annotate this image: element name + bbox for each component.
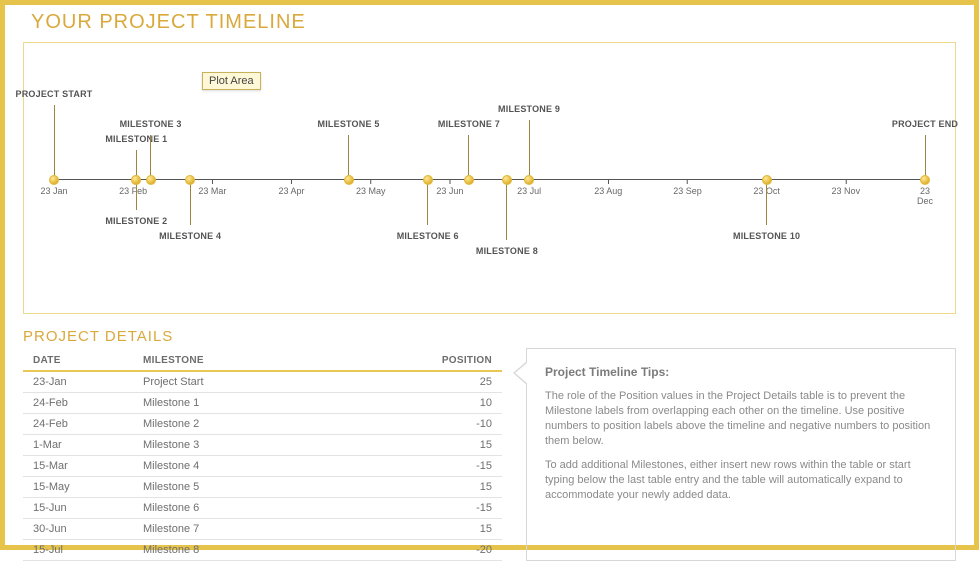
axis-tick: 23 May xyxy=(356,179,386,196)
cell-date: 24-Feb xyxy=(23,393,133,414)
milestone-dot-icon xyxy=(464,175,474,185)
cell-milestone: Milestone 2 xyxy=(133,414,412,435)
table-row: 30-JunMilestone 715 xyxy=(23,519,502,540)
milestone-dot-icon xyxy=(131,175,141,185)
tips-paragraph-1: The role of the Position values in the P… xyxy=(545,389,937,448)
milestone-stem xyxy=(529,120,530,180)
col-milestone: MILESTONE xyxy=(133,351,412,371)
milestone-label: MILESTONE 10 xyxy=(733,231,800,241)
cell-date: 15-Mar xyxy=(23,456,133,477)
milestone-label: MILESTONE 5 xyxy=(318,119,380,129)
milestone-dot-icon xyxy=(920,175,930,185)
axis-tick: 23 Aug xyxy=(594,179,622,196)
axis-tick: 23 Apr xyxy=(279,179,305,196)
milestone-stem xyxy=(190,180,191,225)
milestone-label: MILESTONE 8 xyxy=(476,246,538,256)
details-title: PROJECT DETAILS xyxy=(23,328,502,345)
cell-milestone: Milestone 5 xyxy=(133,477,412,498)
cell-position: -10 xyxy=(412,414,502,435)
cell-milestone: Milestone 6 xyxy=(133,498,412,519)
cell-position: 15 xyxy=(412,477,502,498)
tips-callout: Project Timeline Tips: The role of the P… xyxy=(526,348,956,561)
col-position: POSITION xyxy=(412,351,502,371)
cell-milestone: Project Start xyxy=(133,371,412,393)
milestone-label: MILESTONE 7 xyxy=(438,119,500,129)
table-row: 23-JanProject Start25 xyxy=(23,371,502,393)
tips-heading: Project Timeline Tips: xyxy=(545,365,937,379)
milestone-label: MILESTONE 2 xyxy=(105,216,167,226)
milestone-dot-icon xyxy=(185,175,195,185)
cell-position: -15 xyxy=(412,456,502,477)
milestone-label: MILESTONE 1 xyxy=(105,134,167,144)
milestone-stem xyxy=(766,180,767,225)
cell-position: 25 xyxy=(412,371,502,393)
milestone-label: PROJECT END xyxy=(892,119,958,129)
callout-pointer-icon xyxy=(513,361,527,385)
milestone-label: PROJECT START xyxy=(16,89,93,99)
timeline-axis: 23 Jan23 Feb23 Mar23 Apr23 May23 Jun23 J… xyxy=(54,179,925,180)
details-header-row: DATE MILESTONE POSITION xyxy=(23,351,502,371)
axis-tick: 23 Sep xyxy=(673,179,702,196)
table-row: 15-MayMilestone 515 xyxy=(23,477,502,498)
cell-date: 15-May xyxy=(23,477,133,498)
axis-tick: 23 Mar xyxy=(198,179,226,196)
details-left: PROJECT DETAILS DATE MILESTONE POSITION … xyxy=(23,328,502,561)
cell-position: 15 xyxy=(412,435,502,456)
milestone-label: MILESTONE 6 xyxy=(397,231,459,241)
cell-date: 15-Jun xyxy=(23,498,133,519)
milestone-dot-icon xyxy=(49,175,59,185)
milestone-dot-icon xyxy=(344,175,354,185)
cell-milestone: Milestone 3 xyxy=(133,435,412,456)
milestone-stem xyxy=(54,105,55,180)
cell-milestone: Milestone 1 xyxy=(133,393,412,414)
table-row: 1-MarMilestone 315 xyxy=(23,435,502,456)
table-row: 24-FebMilestone 2-10 xyxy=(23,414,502,435)
cell-milestone: Milestone 4 xyxy=(133,456,412,477)
milestone-dot-icon xyxy=(423,175,433,185)
milestone-stem xyxy=(468,135,469,180)
timeline-chart-panel: Plot Area 23 Jan23 Feb23 Mar23 Apr23 May… xyxy=(23,42,956,314)
details-table: DATE MILESTONE POSITION 23-JanProject St… xyxy=(23,351,502,561)
table-row: 15-JunMilestone 6-15 xyxy=(23,498,502,519)
header: YOUR PROJECT TIMELINE xyxy=(5,5,974,38)
cell-date: 30-Jun xyxy=(23,519,133,540)
milestone-label: MILESTONE 4 xyxy=(159,231,221,241)
milestone-dot-icon xyxy=(762,175,772,185)
cell-date: 24-Feb xyxy=(23,414,133,435)
milestone-dot-icon xyxy=(502,175,512,185)
tips-paragraph-2: To add additional Milestones, either ins… xyxy=(545,458,937,503)
plot-area-tooltip: Plot Area xyxy=(202,72,261,90)
cell-date: 15-Jul xyxy=(23,540,133,561)
milestone-dot-icon xyxy=(524,175,534,185)
milestone-stem xyxy=(348,135,349,180)
cell-date: 23-Jan xyxy=(23,371,133,393)
milestone-label: MILESTONE 3 xyxy=(120,119,182,129)
milestone-stem xyxy=(506,180,507,240)
table-row: 24-FebMilestone 110 xyxy=(23,393,502,414)
cell-position: -20 xyxy=(412,540,502,561)
cell-position: 15 xyxy=(412,519,502,540)
milestone-stem xyxy=(150,135,151,180)
milestone-dot-icon xyxy=(146,175,156,185)
cell-date: 1-Mar xyxy=(23,435,133,456)
cell-milestone: Milestone 8 xyxy=(133,540,412,561)
cell-position: 10 xyxy=(412,393,502,414)
page-title: YOUR PROJECT TIMELINE xyxy=(31,11,948,34)
cell-milestone: Milestone 7 xyxy=(133,519,412,540)
axis-tick: 23 Nov xyxy=(832,179,861,196)
milestone-stem xyxy=(925,135,926,180)
cell-position: -15 xyxy=(412,498,502,519)
axis-tick: 23 Jun xyxy=(436,179,463,196)
table-row: 15-MarMilestone 4-15 xyxy=(23,456,502,477)
milestone-stem xyxy=(427,180,428,225)
details-section: PROJECT DETAILS DATE MILESTONE POSITION … xyxy=(23,328,956,561)
table-row: 15-JulMilestone 8-20 xyxy=(23,540,502,561)
milestone-label: MILESTONE 9 xyxy=(498,104,560,114)
col-date: DATE xyxy=(23,351,133,371)
